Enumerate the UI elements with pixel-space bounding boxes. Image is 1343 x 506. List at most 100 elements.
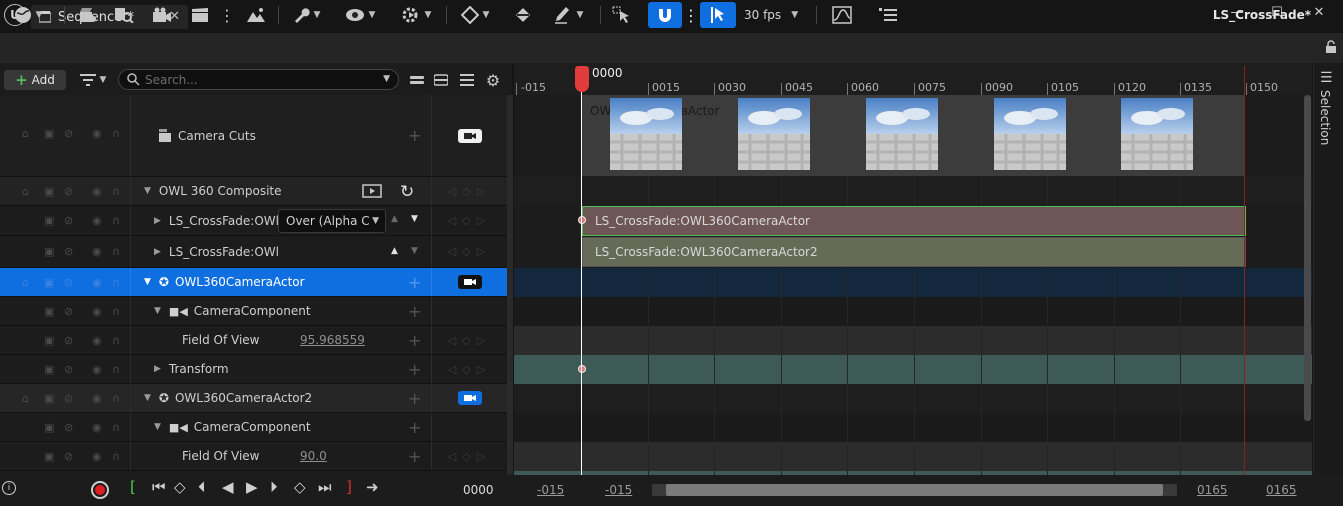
loop-icon[interactable]: ➜ [366, 478, 379, 496]
track-row[interactable]: ⌂ ▣ ⊘ ◉ ∩ Camera Cuts + [0, 95, 512, 177]
curve-edit-button[interactable]: ▼ [548, 2, 588, 28]
camera-lock-cell[interactable] [431, 268, 507, 296]
selection-tab[interactable]: Selection [1318, 90, 1332, 145]
collapse-arrow-icon[interactable]: ▼ [144, 393, 151, 403]
details-view-button[interactable] [876, 2, 900, 28]
view-end-field[interactable]: 0165 [1266, 483, 1297, 497]
track-label[interactable]: ▼ ■◀ CameraComponent [154, 297, 311, 325]
outliner-scrollbar[interactable] [507, 95, 513, 475]
visibility-eye-icon[interactable]: ◉ [92, 127, 102, 140]
track-label[interactable]: ▼ OWL 360 Composite [144, 177, 282, 205]
settings-gear-icon[interactable]: ⚙ [484, 67, 502, 93]
pin-icon[interactable]: ⌂ [22, 127, 29, 140]
step-forward-icon[interactable]: ⏵ [270, 478, 278, 496]
track-label[interactable]: ▼ ■◀ CameraComponent [154, 413, 311, 441]
key-nav-icons[interactable]: ◁◇▷ [448, 185, 491, 198]
expand-arrow-icon[interactable]: ▶ [154, 364, 161, 374]
add-key-icon[interactable]: + [408, 326, 421, 354]
playback-end-field[interactable]: 0165 [1197, 483, 1228, 497]
track-label[interactable]: ▶ Transform [154, 355, 229, 383]
composite-lane[interactable] [514, 176, 1312, 206]
snap-options-icon[interactable]: ⋮ [683, 2, 699, 28]
add-key-icon[interactable]: + [408, 413, 421, 441]
sliders-icon[interactable]: ☰ [1320, 70, 1333, 86]
fov-lane[interactable] [514, 442, 1312, 471]
browse-sequence-button[interactable] [112, 2, 136, 28]
camera-badge-icon[interactable] [457, 391, 482, 405]
collapse-tracks-button[interactable] [408, 67, 426, 93]
move-down-icon[interactable]: ▼ [411, 246, 418, 256]
add-track-button[interactable]: + Add [4, 70, 66, 90]
track-row[interactable]: ▣ ⊘ ◉ ∩ Field Of View 90.0 + ◁◇▷ [0, 442, 512, 471]
cinematic-button[interactable] [244, 2, 268, 28]
crossfade-section-1[interactable]: LS_CrossFade:OWL360CameraActor [582, 206, 1246, 236]
collapse-arrow-icon[interactable]: ▼ [154, 422, 161, 432]
view-options-button[interactable]: ▼ [340, 2, 380, 28]
camera-badge-icon[interactable] [457, 128, 482, 143]
track-row[interactable]: ▣ ⊘ ◉ ∩ ▼ ■◀ CameraComponent + [0, 413, 512, 442]
expand-arrow-icon[interactable]: ▶ [154, 247, 161, 257]
collapse-arrow-icon[interactable]: ▼ [144, 186, 151, 196]
select-tool-button[interactable] [610, 2, 634, 28]
playback-options-button[interactable]: ▼ [396, 2, 436, 28]
track-label[interactable]: Camera Cuts [158, 95, 256, 176]
expand-tracks-button[interactable] [432, 67, 450, 93]
jump-to-start-icon[interactable]: ⏮ [152, 478, 166, 496]
collapse-arrow-icon[interactable]: ▼ [154, 306, 161, 316]
playback-start-field[interactable]: -015 [605, 483, 632, 497]
component-lane[interactable] [514, 297, 1312, 326]
track-row[interactable]: ▣ ⊘ ◉ ∩ ▶ Transform + ◁◇▷ [0, 355, 512, 384]
keyframe[interactable] [578, 365, 586, 373]
track-label[interactable]: ▶ LS_CrossFade:OWl [154, 206, 279, 235]
play-icon[interactable]: ▶ [246, 478, 258, 496]
step-back-icon[interactable]: ⏴ [198, 478, 206, 496]
current-frame-field[interactable]: 0000 [463, 483, 494, 497]
disable-icon[interactable]: ⊘ [64, 127, 73, 140]
curve-editor-button[interactable] [830, 2, 854, 28]
track-label[interactable]: ▶ LS_CrossFade:OWl [154, 236, 279, 267]
add-key-icon[interactable]: + [408, 384, 421, 412]
world-menu-button[interactable]: ▼ [8, 2, 48, 28]
property-value[interactable]: 90.0 [300, 442, 327, 470]
track-row[interactable]: ▣ ⊘ ◉ ∩ ▼ ■◀ CameraComponent + [0, 297, 512, 326]
fov-lane[interactable] [514, 326, 1312, 355]
search-input[interactable]: Search... ▼ [118, 69, 399, 90]
set-end-icon[interactable]: ] [346, 478, 352, 496]
timeline-vertical-scrollbar[interactable] [1304, 95, 1311, 421]
end-range-marker[interactable] [1244, 66, 1245, 475]
selected-actor-lane[interactable] [514, 268, 1312, 297]
composite-preview-icon[interactable] [362, 184, 382, 198]
add-key-icon[interactable]: + [408, 95, 421, 176]
actor2-lane[interactable] [514, 384, 1312, 413]
render-movie-button[interactable] [188, 2, 212, 28]
component-lane[interactable] [514, 413, 1312, 442]
track-label[interactable]: ▼ ✪ OWL360CameraActor [144, 268, 305, 296]
snap-toggle-button[interactable] [648, 2, 682, 28]
track-row[interactable]: ▣ ⊘ ◉ ∩ ▶ LS_CrossFade:OWl Over (Alpha C ▼ ▲ … [0, 206, 512, 236]
camera-badge-icon[interactable] [457, 275, 482, 289]
filter-button[interactable]: ▼ [76, 67, 110, 93]
add-key-icon[interactable]: + [408, 442, 421, 470]
time-ruler[interactable]: -015 0015 0030 0045 0060 0075 0090 0105 … [514, 63, 1312, 95]
search-dropdown-icon[interactable]: ▼ [383, 74, 390, 84]
track-label[interactable]: Field Of View [182, 326, 259, 354]
expand-arrow-icon[interactable]: ▶ [154, 216, 161, 226]
playhead-handle[interactable] [575, 66, 589, 92]
audio-icon[interactable]: ∩ [112, 127, 120, 140]
camera-lock-cell[interactable] [431, 384, 507, 412]
crossfade-section-2[interactable]: LS_CrossFade:OWL360CameraActor2 [582, 237, 1246, 267]
save-sequence-button[interactable] [76, 2, 100, 28]
set-start-icon[interactable]: [ [130, 478, 136, 496]
keyframe[interactable] [578, 216, 586, 224]
refresh-icon[interactable]: ↻ [400, 182, 414, 202]
track-row[interactable]: ⌂ ▣ ⊘ ◉ ∩ ▼ ✪ OWL360CameraActor2 + [0, 384, 512, 413]
list-view-button[interactable] [458, 67, 476, 93]
record-button[interactable] [91, 481, 109, 499]
time-scroll-thumb[interactable] [666, 484, 1163, 496]
move-up-icon[interactable]: ▲ [391, 246, 398, 256]
fps-dropdown[interactable]: 30 fps ▼ [744, 2, 798, 28]
track-label[interactable]: ▼ ✪ OWL360CameraActor2 [144, 384, 312, 412]
add-key-icon[interactable]: + [408, 355, 421, 383]
blend-mode-dropdown[interactable]: Over (Alpha C ▼ [278, 209, 386, 233]
move-down-icon[interactable]: ▼ [411, 214, 418, 224]
